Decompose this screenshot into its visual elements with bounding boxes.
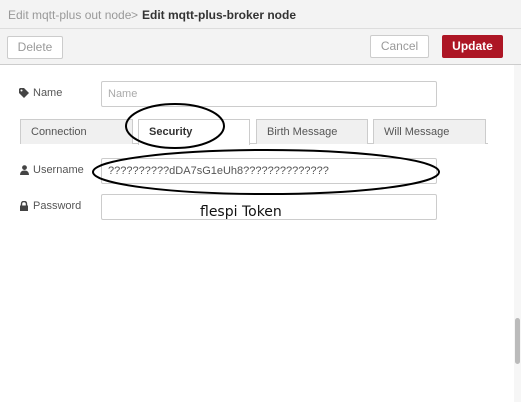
update-button[interactable]: Update [442,35,503,58]
cancel-button[interactable]: Cancel [370,35,429,58]
name-label: Name [19,87,62,99]
breadcrumb-separator: > [131,8,139,22]
toolbar: Delete Cancel Update [0,29,521,65]
password-label-text: Password [33,200,82,212]
tray-header: Edit mqtt-plus out node > Edit mqtt-plus… [0,0,521,29]
name-input[interactable]: Name [101,81,437,107]
tab-security[interactable]: Security [138,119,250,145]
page-title: Edit mqtt-plus-broker node [142,8,296,22]
delete-button[interactable]: Delete [7,36,63,59]
name-label-text: Name [33,87,63,99]
tab-will-message[interactable]: Will Message [373,119,486,144]
breadcrumb-previous[interactable]: Edit mqtt-plus out node [8,8,131,22]
tab-connection[interactable]: Connection [20,119,133,144]
username-label-text: Username [33,164,84,176]
lock-icon [19,201,29,212]
token-annotation: flespi Token [200,204,282,220]
username-input[interactable]: ??????????dDA7sG1eUh8?????????????? [101,158,437,184]
scrollbar-thumb[interactable] [515,318,520,364]
tab-birth-message[interactable]: Birth Message [256,119,368,144]
tag-icon [19,88,29,99]
password-label: Password [19,200,81,212]
username-label: Username [19,164,84,176]
user-icon [19,165,29,176]
